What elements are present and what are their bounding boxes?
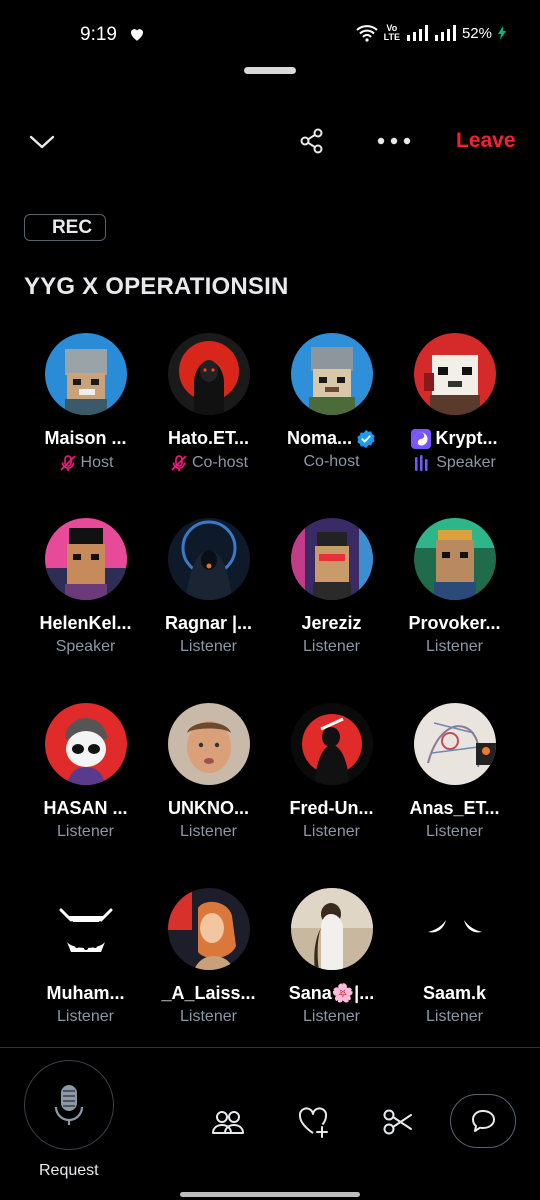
signal-icon-2 bbox=[434, 25, 456, 41]
participant-name: Muham... bbox=[46, 983, 125, 1003]
avatar[interactable] bbox=[290, 888, 373, 970]
participant-role: Host bbox=[80, 454, 114, 471]
space-title: YYG X OPERATIONSIN bbox=[24, 273, 289, 300]
participant-role: Listener bbox=[426, 1008, 483, 1025]
participant-role: Listener bbox=[57, 823, 114, 840]
scissors-icon[interactable] bbox=[381, 1105, 415, 1139]
chevron-down-icon[interactable] bbox=[28, 128, 56, 156]
avatar[interactable] bbox=[413, 518, 496, 600]
participant-role: Listener bbox=[180, 1008, 237, 1025]
participant-role: Listener bbox=[303, 823, 360, 840]
participant-name: Jereziz bbox=[301, 613, 362, 633]
participant-role: Listener bbox=[303, 638, 360, 655]
participant[interactable]: Jereziz Listener bbox=[270, 518, 393, 703]
heart-plus-icon[interactable] bbox=[296, 1105, 330, 1139]
yin-yang-emoji-icon bbox=[411, 428, 432, 449]
volte-indicator: Vo LTE bbox=[383, 23, 400, 42]
participant[interactable]: Krypt... Speaker bbox=[393, 333, 516, 518]
participant-name: _A_Laiss... bbox=[161, 983, 256, 1003]
avatar[interactable] bbox=[290, 333, 373, 415]
participant-name: Hato.ET... bbox=[167, 428, 249, 448]
avatar[interactable] bbox=[413, 888, 496, 970]
more-options-icon[interactable] bbox=[376, 132, 412, 150]
chat-button[interactable] bbox=[450, 1094, 516, 1148]
divider bbox=[0, 1047, 540, 1048]
participant-name: Anas_ET... bbox=[409, 798, 500, 818]
participant[interactable]: Noma... Co-host bbox=[270, 333, 393, 518]
participant[interactable]: Ragnar |... Listener bbox=[147, 518, 270, 703]
avatar[interactable] bbox=[413, 703, 496, 785]
request-mic-button[interactable] bbox=[24, 1060, 114, 1150]
participant[interactable]: Provoker... Listener bbox=[393, 518, 516, 703]
participant-name: Noma... bbox=[286, 428, 352, 448]
participant-role: Listener bbox=[426, 823, 483, 840]
avatar[interactable] bbox=[44, 333, 127, 415]
signal-icon bbox=[406, 25, 428, 41]
participants-grid: Maison ... Host Hato.ET... Co-host Noma.… bbox=[24, 333, 516, 1073]
participant-role: Listener bbox=[180, 823, 237, 840]
heart-icon bbox=[131, 29, 143, 41]
avatar[interactable] bbox=[290, 703, 373, 785]
drag-handle[interactable] bbox=[244, 67, 296, 74]
participant-role: Listener bbox=[180, 638, 237, 655]
avatar[interactable] bbox=[44, 703, 127, 785]
home-indicator[interactable] bbox=[180, 1192, 360, 1197]
top-bar: Leave bbox=[0, 118, 540, 166]
participant[interactable]: Saam.k Listener bbox=[393, 888, 516, 1073]
participant[interactable]: Maison ... Host bbox=[24, 333, 147, 518]
share-icon[interactable] bbox=[297, 126, 327, 156]
participant[interactable]: _A_Laiss... Listener bbox=[147, 888, 270, 1073]
participant[interactable]: UNKNO... Listener bbox=[147, 703, 270, 888]
participant[interactable]: HelenKel... Speaker bbox=[24, 518, 147, 703]
participant-role: Listener bbox=[57, 1008, 114, 1025]
avatar[interactable] bbox=[167, 888, 250, 970]
mic-muted-icon bbox=[171, 455, 187, 471]
participant-role: Speaker bbox=[436, 454, 496, 471]
wifi-icon bbox=[355, 25, 378, 42]
avatar[interactable] bbox=[44, 888, 127, 970]
participant[interactable]: Anas_ET... Listener bbox=[393, 703, 516, 888]
participant-name: HelenKel... bbox=[39, 613, 132, 633]
participant-name: Saam.k bbox=[422, 983, 487, 1003]
status-time: 9:19 bbox=[80, 24, 117, 45]
microphone-icon bbox=[54, 1085, 84, 1125]
participant-role: Co-host bbox=[191, 454, 249, 471]
mic-muted-icon bbox=[59, 455, 76, 471]
participant-role: Speaker bbox=[55, 638, 116, 655]
participant-name: Fred-Un... bbox=[289, 798, 374, 818]
request-label: Request bbox=[39, 1162, 99, 1179]
participant-role: Co-host bbox=[303, 453, 360, 470]
speaking-bars-icon bbox=[415, 455, 428, 471]
participant-name: Maison ... bbox=[44, 428, 127, 448]
participant-name: Provoker... bbox=[408, 613, 501, 633]
participant[interactable]: Sana🌸|... Listener bbox=[270, 888, 393, 1073]
participant[interactable]: Fred-Un... Listener bbox=[270, 703, 393, 888]
participant-name: Ragnar |... bbox=[164, 613, 253, 633]
participant-name: Krypt... bbox=[435, 428, 498, 448]
participant[interactable]: Hato.ET... Co-host bbox=[147, 333, 270, 518]
participant-role: Listener bbox=[303, 1008, 360, 1025]
status-bar: 9:19 Vo LTE 52% bbox=[0, 0, 540, 68]
chat-bubble-icon bbox=[472, 1110, 495, 1132]
avatar[interactable] bbox=[290, 518, 373, 600]
avatar[interactable] bbox=[44, 518, 127, 600]
participant-name: HASAN ... bbox=[43, 798, 128, 818]
participant-role: Listener bbox=[426, 638, 483, 655]
participant[interactable]: HASAN ... Listener bbox=[24, 703, 147, 888]
participant-name: UNKNO... bbox=[168, 798, 249, 818]
avatar[interactable] bbox=[167, 333, 250, 415]
participant[interactable]: Muham... Listener bbox=[24, 888, 147, 1073]
rec-badge: REC bbox=[24, 214, 106, 241]
participant-name: Sana🌸|... bbox=[288, 983, 375, 1003]
verified-badge-icon bbox=[357, 429, 375, 448]
leave-button[interactable]: Leave bbox=[456, 129, 516, 153]
charging-icon bbox=[498, 26, 506, 40]
avatar[interactable] bbox=[167, 703, 250, 785]
avatar[interactable] bbox=[413, 333, 496, 415]
people-icon[interactable] bbox=[211, 1105, 245, 1139]
avatar[interactable] bbox=[167, 518, 250, 600]
battery-percent: 52% bbox=[461, 24, 492, 42]
